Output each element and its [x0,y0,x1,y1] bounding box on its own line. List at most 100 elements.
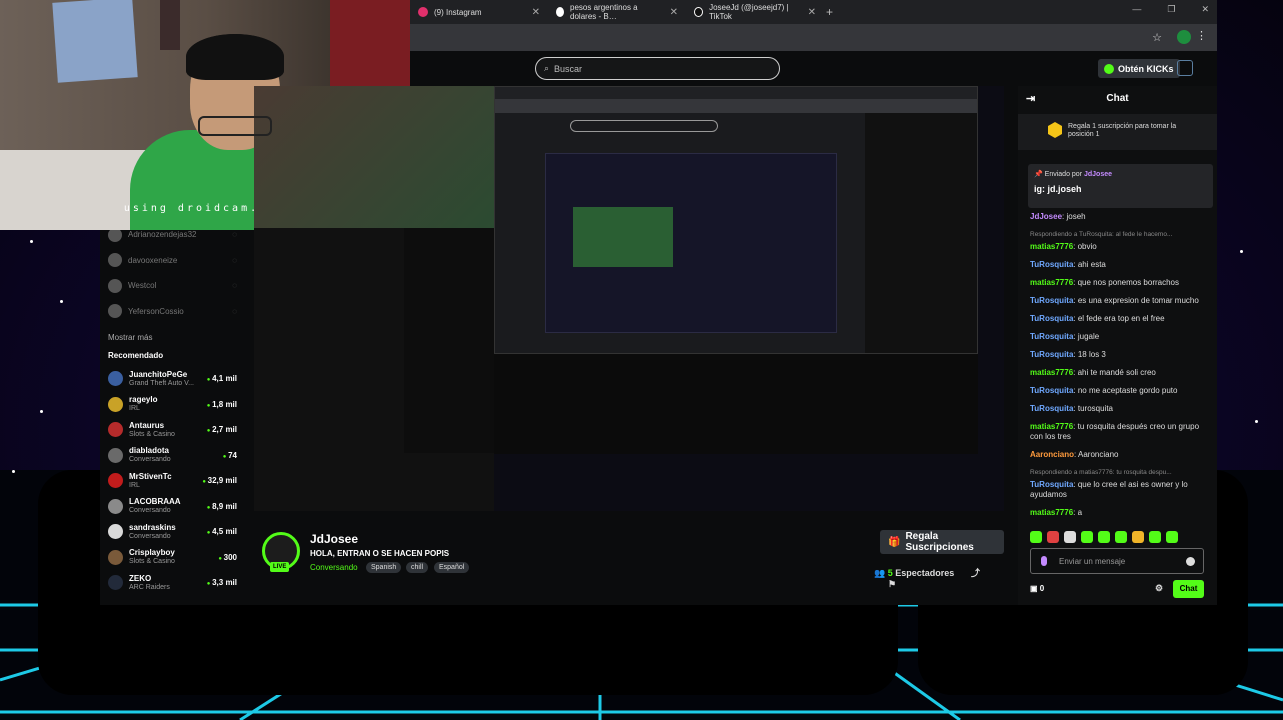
browser-menu-icon[interactable]: ⋮ [1196,29,1207,42]
kicks-coin-icon [1104,63,1114,74]
following-item[interactable]: Westcol ◌ [100,273,245,299]
sent-by-label: Enviado por [1044,171,1083,178]
sidebar: Adrianozendejas32 ◌ davooxeneize ◌ Westcol ◌ Y… [100,222,245,605]
points-counter[interactable]: ▣ 0 [1030,584,1044,593]
recommended-item[interactable]: AntaurusSlots & Casino 2,7 mil [100,417,245,443]
stream-video[interactable] [254,86,1004,511]
chat-username[interactable]: TuRosquita [1030,404,1073,413]
avatar [108,447,123,463]
chat-username[interactable]: matias7776 [1030,242,1073,251]
reply-context[interactable]: Respondiendo a TuRosquita: al fede le ha… [1030,230,1210,240]
recommended-item[interactable]: MrStivenTcIRL 32,9 mil [100,468,245,494]
tag-chill[interactable]: chill [406,562,429,573]
close-tab-icon[interactable]: ✕ [808,7,816,18]
channel-category: Slots & Casino [129,430,175,438]
gear-icon[interactable]: ⚙ [1155,583,1163,594]
tab-label: pesos argentinos a dolares - B… [570,3,638,21]
chat-username[interactable]: matias7776 [1030,422,1073,431]
chat-username[interactable]: TuRosquita [1030,260,1073,269]
sub-badge-icon [1048,122,1062,138]
chat-message: matias7776: obvio [1030,242,1210,252]
tag-espanol[interactable]: Español [434,562,470,573]
chat-username[interactable]: TuRosquita [1030,386,1073,395]
bookmark-star-icon[interactable]: ☆ [1152,31,1162,44]
recommended-item[interactable]: ZEKOARC Raiders 3,3 mil [100,570,245,596]
recommended-item[interactable]: JuanchitoPeGeGrand Theft Auto V... 4,1 mi… [100,366,245,392]
chat-message: TuRosquita: no me aceptaste gordo puto [1030,386,1210,396]
chat-text: : que nos ponemos borrachos [1073,278,1179,287]
collapse-chat-icon[interactable]: ⇥ [1026,86,1035,112]
pinned-user[interactable]: JdJosee [1084,171,1112,178]
channel-name: diabladota [129,446,170,456]
share-icon[interactable]: ⤴ [971,568,980,578]
reply-context[interactable]: Respondiendo a matias7776: tu rosquita d… [1030,468,1210,478]
tag-spanish[interactable]: Spanish [366,562,402,573]
tab-google[interactable]: pesos argentinos a dolares - B… ✕ [548,0,686,24]
user-menu-icon[interactable] [1177,60,1193,76]
stream-title: HOLA, ENTRAN O SE HACEN POPIS [310,549,450,558]
viewer-count: 4,5 mil [207,527,237,536]
channel-category: Slots & Casino [129,558,175,566]
new-tab-button[interactable]: + [826,5,833,19]
chat-username[interactable]: TuRosquita [1030,314,1073,323]
stream-category[interactable]: Conversando [310,563,358,572]
chat-username[interactable]: TuRosquita [1030,480,1073,489]
pinned-text: ig: jd.joseh [1034,184,1082,194]
chat-text: : es una expresion de tomar mucho [1073,296,1199,305]
emote-icon[interactable] [1047,531,1059,543]
emote-icon[interactable] [1064,531,1076,543]
close-tab-icon[interactable]: ✕ [532,7,540,18]
emote-icon[interactable] [1081,531,1093,543]
follow-icon[interactable]: ⚑ [888,579,896,589]
emote-icon[interactable] [1132,531,1144,543]
send-chat-button[interactable]: Chat [1173,580,1204,598]
maximize-icon[interactable]: ❐ [1167,4,1175,15]
following-item[interactable]: davooxeneize ◌ [100,248,245,274]
chat-username[interactable]: matias7776 [1030,278,1073,287]
chat-footer: ▣ 0 ⚙ Chat [1030,580,1204,598]
recommended-item[interactable]: diabladotaConversando 74 [100,443,245,469]
emote-icon[interactable] [1149,531,1161,543]
avatar [108,396,123,412]
viewer-count: 4,1 mil [207,374,237,383]
channel-name: Crisplayboy [129,548,175,558]
pinned-message[interactable]: 📌 Enviado por JdJosee ig: jd.joseh [1028,164,1213,208]
chat-username[interactable]: TuRosquita [1030,296,1073,305]
recommended-item[interactable]: LACOBRAAAConversando 8,9 mil [100,494,245,520]
chat-message: TuRosquita: el fede era top en el free [1030,314,1210,324]
streamer-name[interactable]: JdJosee [310,532,358,546]
chat-username[interactable]: matias7776 [1030,368,1073,377]
recommended-item[interactable]: CrisplayboySlots & Casino 300 [100,545,245,571]
emoji-icon[interactable] [1186,557,1195,566]
following-name: Westcol [128,281,157,291]
gift-subs-button[interactable]: 🎁 Regala Suscripciones [880,530,1004,554]
emote-icon[interactable] [1030,531,1042,543]
search-input[interactable]: ⌕ Buscar [535,57,780,80]
viewer-count: 8,9 mil [207,502,237,511]
get-kicks-button[interactable]: Obtén KICKs [1098,59,1180,78]
chat-text: : el fede era top en el free [1073,314,1165,323]
close-window-icon[interactable]: ✕ [1201,4,1209,15]
chat-username[interactable]: JdJosee [1030,212,1062,221]
chat-username[interactable]: TuRosquita [1030,332,1073,341]
show-more-link[interactable]: Mostrar más [100,324,245,351]
chat-input[interactable]: Enviar un mensaje [1030,548,1204,574]
chat-username[interactable]: Aaronciano [1030,450,1074,459]
emote-icon[interactable] [1115,531,1127,543]
minimize-icon[interactable]: — [1132,4,1141,15]
chat-username[interactable]: matias7776 [1030,508,1073,517]
following-item[interactable]: YefersonCossio ◌ [100,299,245,325]
live-badge: LIVE [270,562,290,572]
offline-icon: ◌ [232,255,237,265]
tab-tiktok[interactable]: JoseeJd (@joseejd7) | TikTok ✕ [686,0,824,24]
profile-icon[interactable] [1177,30,1191,44]
recommended-item[interactable]: sandraskinsConversando 4,5 mil [100,519,245,545]
chat-username[interactable]: TuRosquita [1030,350,1073,359]
emote-icon[interactable] [1166,531,1178,543]
recommended-item[interactable]: rageyloIRL 1,8 mil [100,392,245,418]
gift-sub-banner[interactable]: Regala 1 suscripción para tomar la posic… [1018,114,1217,150]
emote-icon[interactable] [1098,531,1110,543]
chat-message: TuRosquita: que lo cree el asi es owner … [1030,480,1210,500]
tab-instagram[interactable]: (9) Instagram ✕ [410,0,548,24]
close-tab-icon[interactable]: ✕ [670,7,678,18]
